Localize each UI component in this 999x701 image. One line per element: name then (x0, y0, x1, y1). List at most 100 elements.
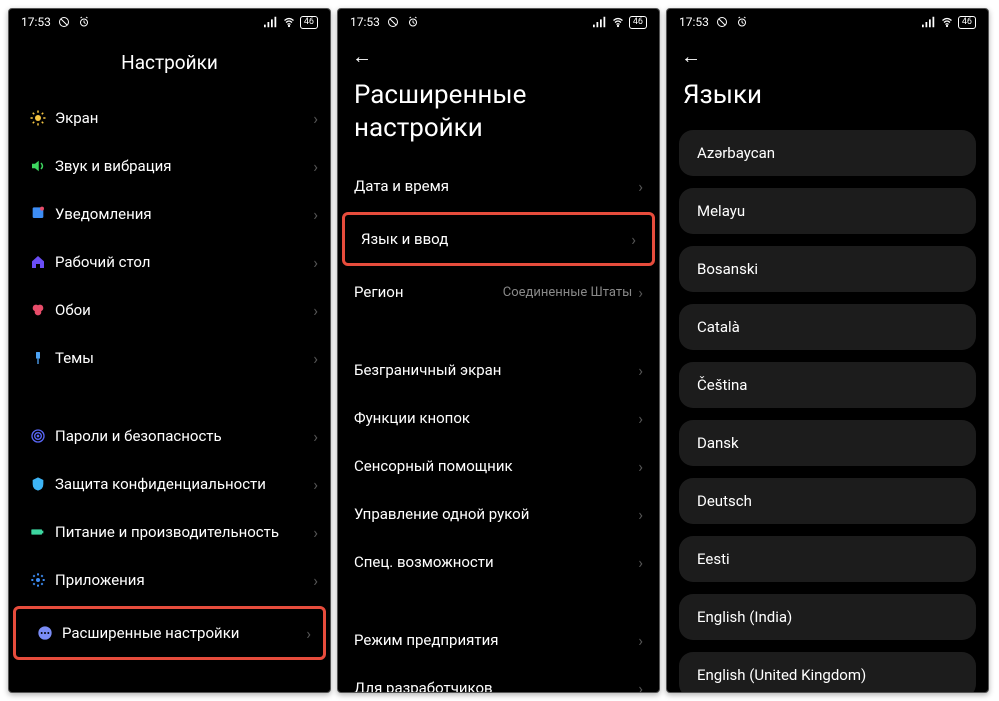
back-button[interactable]: ← (352, 44, 372, 69)
signal-icon (593, 15, 607, 29)
chevron-right-icon: › (313, 427, 318, 446)
battery-icon (30, 524, 46, 540)
signal-icon (264, 15, 278, 29)
item-wallpaper[interactable]: Обои › (9, 286, 330, 334)
page-title: Настройки (9, 35, 330, 94)
item-button-functions[interactable]: Функции кнопок › (338, 394, 659, 442)
item-sound[interactable]: Звук и вибрация › (9, 142, 330, 190)
flower-icon (30, 302, 46, 318)
status-time: 17:53 (21, 15, 51, 29)
chevron-right-icon: › (638, 177, 643, 196)
item-touch-assistant[interactable]: Сенсорный помощник › (338, 442, 659, 490)
item-region[interactable]: Регион Соединенные Штаты › (338, 268, 659, 316)
item-label: Питание и производительность (55, 513, 313, 552)
language-label: Eesti (697, 550, 730, 568)
item-developer-options[interactable]: Для разработчиков › (338, 664, 659, 692)
language-option[interactable]: Deutsch (679, 478, 976, 524)
item-privacy[interactable]: Защита конфиденциальности › (9, 460, 330, 508)
gear-icon (30, 572, 46, 588)
language-label: Deutsch (697, 492, 752, 510)
phone-languages: 17:53 46 ← Языки Azərbaycan Melayu Bosan… (666, 8, 989, 693)
item-advanced-settings[interactable]: Расширенные настройки › (16, 609, 323, 657)
language-label: Català (697, 318, 740, 336)
signal-icon (922, 15, 936, 29)
item-themes[interactable]: Темы › (9, 334, 330, 382)
language-option[interactable]: English (India) (679, 594, 976, 640)
item-label: Функции кнопок (354, 409, 638, 427)
chevron-right-icon: › (638, 679, 643, 693)
item-label: Дата и время (354, 177, 638, 195)
wifi-icon (611, 15, 625, 29)
status-bar: 17:53 46 (338, 9, 659, 35)
item-apps[interactable]: Приложения › (9, 556, 330, 604)
item-value: Соединенные Штаты (503, 285, 632, 300)
item-label: Защита конфиденциальности (55, 465, 313, 504)
dnd-icon (715, 15, 729, 29)
item-label: Безграничный экран (354, 361, 638, 379)
item-passwords[interactable]: Пароли и безопасность › (9, 412, 330, 460)
page-title: Языки (667, 77, 988, 130)
chevron-right-icon: › (313, 475, 318, 494)
fingerprint-icon (30, 428, 46, 444)
back-button[interactable]: ← (681, 44, 701, 69)
home-icon (30, 254, 46, 270)
language-label: English (India) (697, 608, 792, 626)
status-time: 17:53 (679, 15, 709, 29)
language-option[interactable]: Čeština (679, 362, 976, 408)
chevron-right-icon: › (313, 523, 318, 542)
status-bar: 17:53 46 (9, 9, 330, 35)
battery-icon: 46 (629, 16, 647, 29)
language-option[interactable]: Eesti (679, 536, 976, 582)
chevron-right-icon: › (313, 205, 318, 224)
status-time: 17:53 (350, 15, 380, 29)
wifi-icon (282, 15, 296, 29)
language-option[interactable]: Melayu (679, 188, 976, 234)
language-label: English (United Kingdom) (697, 666, 866, 684)
language-label: Bosanski (697, 260, 758, 278)
battery-icon: 46 (300, 16, 318, 29)
chevron-right-icon: › (306, 624, 311, 643)
chevron-right-icon: › (638, 457, 643, 476)
item-display[interactable]: Экран › (9, 94, 330, 142)
wifi-icon (940, 15, 954, 29)
chevron-right-icon: › (638, 631, 643, 650)
chevron-right-icon: › (638, 283, 643, 302)
phone-settings: 17:53 46 Настройки Экран › (8, 8, 331, 693)
language-option[interactable]: English (United Kingdom) (679, 652, 976, 693)
chevron-right-icon: › (313, 157, 318, 176)
item-fullscreen[interactable]: Безграничный экран › (338, 346, 659, 394)
brush-icon (30, 350, 46, 366)
status-bar: 17:53 46 (667, 9, 988, 35)
item-home[interactable]: Рабочий стол › (9, 238, 330, 286)
chevron-right-icon: › (638, 553, 643, 572)
language-label: Azərbaycan (697, 144, 775, 162)
notification-icon (30, 206, 46, 222)
chevron-right-icon: › (313, 349, 318, 368)
language-option[interactable]: Català (679, 304, 976, 350)
sun-icon (29, 109, 47, 127)
item-label: Уведомления (55, 205, 313, 224)
chevron-right-icon: › (638, 409, 643, 428)
item-label: Для разработчиков (354, 679, 638, 692)
item-date-time[interactable]: Дата и время › (338, 162, 659, 210)
shield-icon (30, 476, 46, 492)
item-label: Обои (55, 301, 313, 320)
chevron-right-icon: › (631, 230, 636, 249)
item-notifications[interactable]: Уведомления › (9, 190, 330, 238)
item-language-input[interactable]: Язык и ввод › (345, 215, 652, 263)
language-label: Čeština (697, 376, 747, 394)
dots-icon (37, 625, 53, 641)
item-enterprise-mode[interactable]: Режим предприятия › (338, 616, 659, 664)
chevron-right-icon: › (313, 109, 318, 128)
item-accessibility[interactable]: Спец. возможности › (338, 538, 659, 586)
item-one-handed[interactable]: Управление одной рукой › (338, 490, 659, 538)
language-option[interactable]: Azərbaycan (679, 130, 976, 176)
chevron-right-icon: › (638, 505, 643, 524)
language-option[interactable]: Bosanski (679, 246, 976, 292)
language-option[interactable]: Dansk (679, 420, 976, 466)
language-label: Dansk (697, 434, 739, 452)
alarm-icon (77, 15, 91, 29)
battery-icon: 46 (958, 16, 976, 29)
item-battery[interactable]: Питание и производительность › (9, 508, 330, 556)
chevron-right-icon: › (313, 571, 318, 590)
